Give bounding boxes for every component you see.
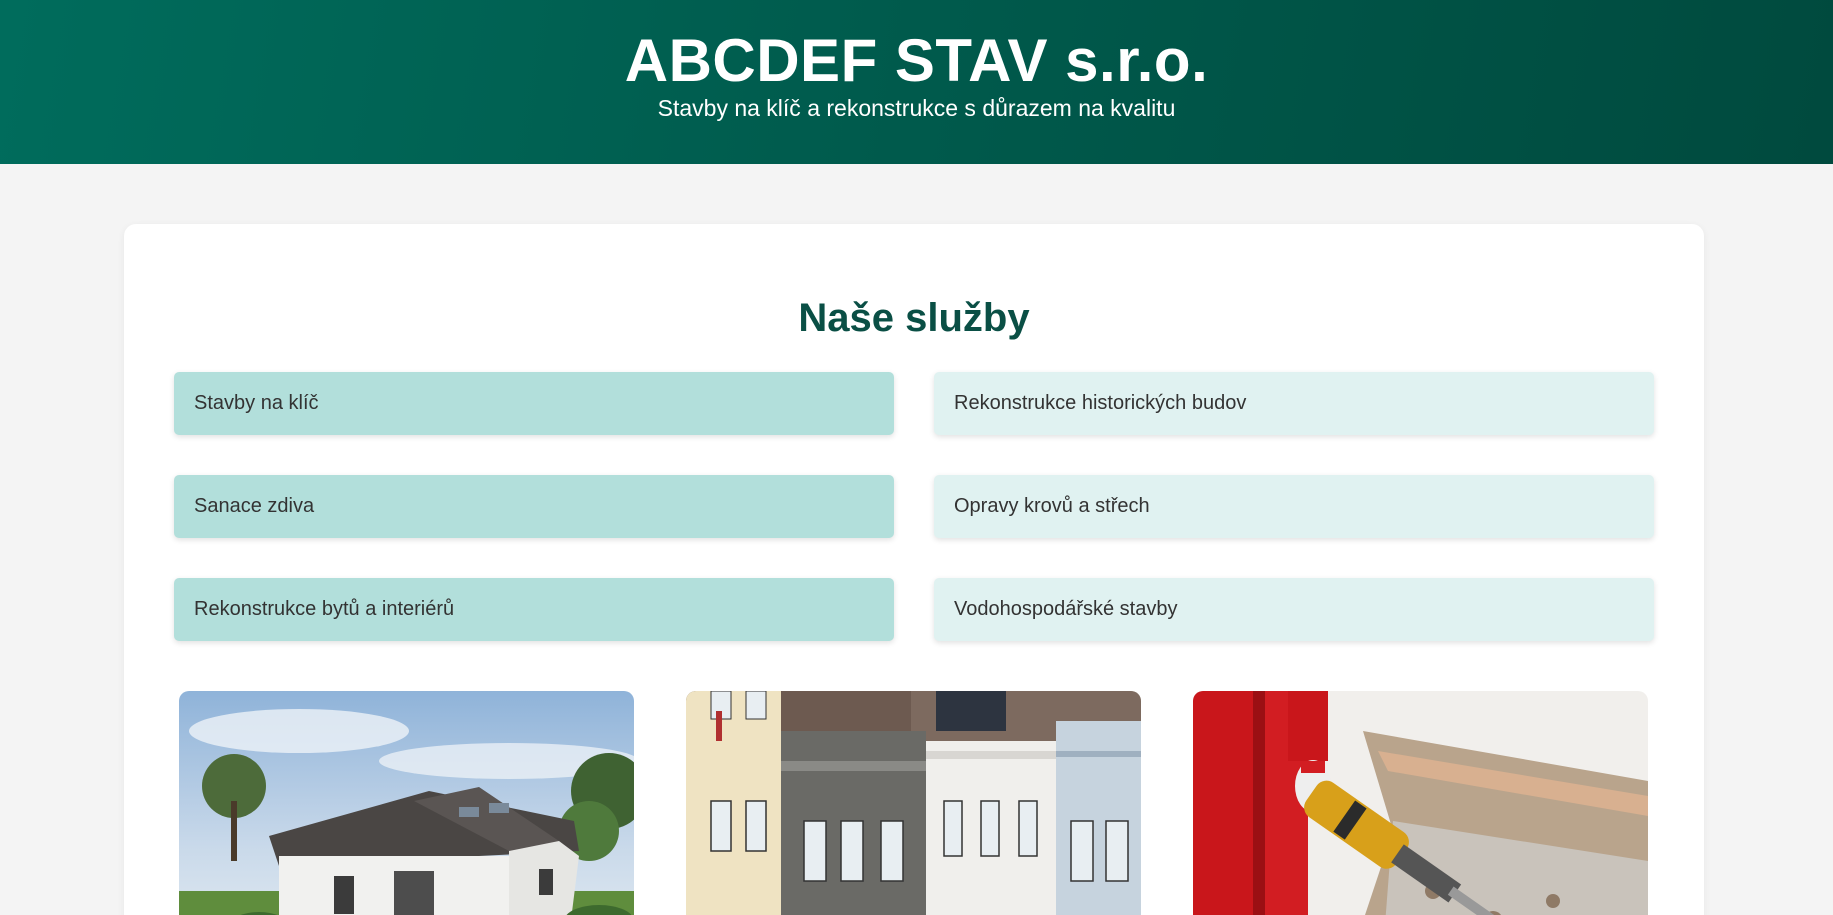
service-item-opravy-krovu-a-strech[interactable]: Opravy krovů a střech (934, 475, 1654, 538)
historic-buildings-photo (686, 691, 1141, 915)
service-item-stavby-na-klic[interactable]: Stavby na klíč (174, 372, 894, 435)
service-item-rekonstrukce-bytu[interactable]: Rekonstrukce bytů a interiérů (174, 578, 894, 641)
site-header: ABCDEF STAV s.r.o. Stavby na klíč a reko… (0, 0, 1833, 164)
company-tagline: Stavby na klíč a rekonstrukce s důrazem … (657, 95, 1176, 121)
company-title: ABCDEF STAV s.r.o. (624, 27, 1209, 94)
demolition-worker-photo (1193, 691, 1648, 915)
service-item-rekonstrukce-historickych-budov[interactable]: Rekonstrukce historických budov (934, 372, 1654, 435)
services-card: Naše služby Stavby na klíč Rekonstrukce … (124, 224, 1704, 915)
new-house-photo (179, 691, 634, 915)
section-title: Naše služby (798, 296, 1030, 340)
service-item-vodohospodarske-stavby[interactable]: Vodohospodářské stavby (934, 578, 1654, 641)
service-item-sanace-zdiva[interactable]: Sanace zdiva (174, 475, 894, 538)
